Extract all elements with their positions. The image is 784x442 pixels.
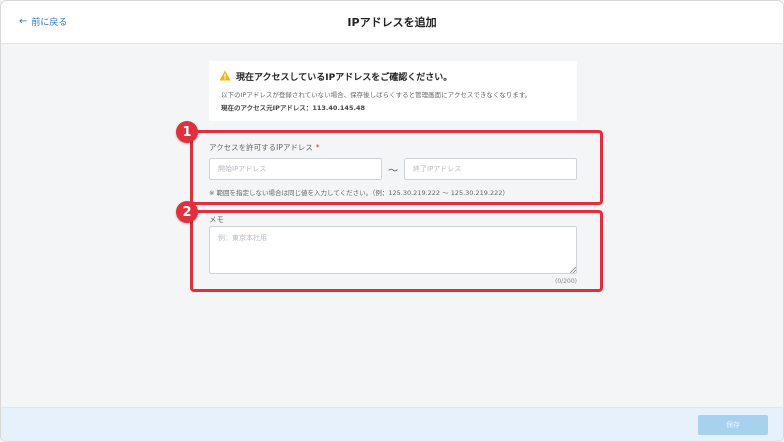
page-header: ← 前に戻る IPアドレスを追加 [1, 1, 783, 44]
end-ip-input[interactable] [404, 158, 577, 180]
range-separator: 〜 [388, 166, 398, 177]
required-mark: * [315, 143, 320, 152]
app-window: ← 前に戻る IPアドレスを追加 現在アクセスしているIPアドレスをご確認くださ… [0, 0, 784, 442]
notice-title: 現在アクセスしているIPアドレスをご確認ください。 [236, 73, 453, 83]
page-footer [1, 407, 783, 441]
ip-range-label: アクセスを許可するIPアドレス * [209, 143, 320, 152]
page-title: IPアドレスを追加 [347, 16, 437, 29]
memo-label: メモ [209, 215, 224, 224]
save-button[interactable]: 保存 [698, 415, 768, 435]
start-ip-input[interactable] [209, 158, 382, 180]
step-badge-1: 1 [176, 121, 198, 143]
warning-triangle-icon [219, 70, 231, 81]
notice-text: 以下のIPアドレスが登録されていない場合、保存後しばらくすると管理画面にアクセス… [221, 91, 532, 99]
resize-handle-icon[interactable] [570, 267, 576, 273]
notice-box: 現在アクセスしているIPアドレスをご確認ください。 以下のIPアドレスが登録され… [209, 61, 577, 121]
memo-textarea[interactable] [209, 226, 577, 274]
memo-char-counter: (0/200) [555, 278, 577, 285]
step-badge-2: 2 [176, 201, 198, 223]
current-ip-text: 現在のアクセス元IPアドレス：113.40.145.48 [221, 104, 365, 112]
ip-range-hint: ※ 範囲を指定しない場合は同じ値を入力してください。（例：125.30.219.… [209, 189, 509, 197]
